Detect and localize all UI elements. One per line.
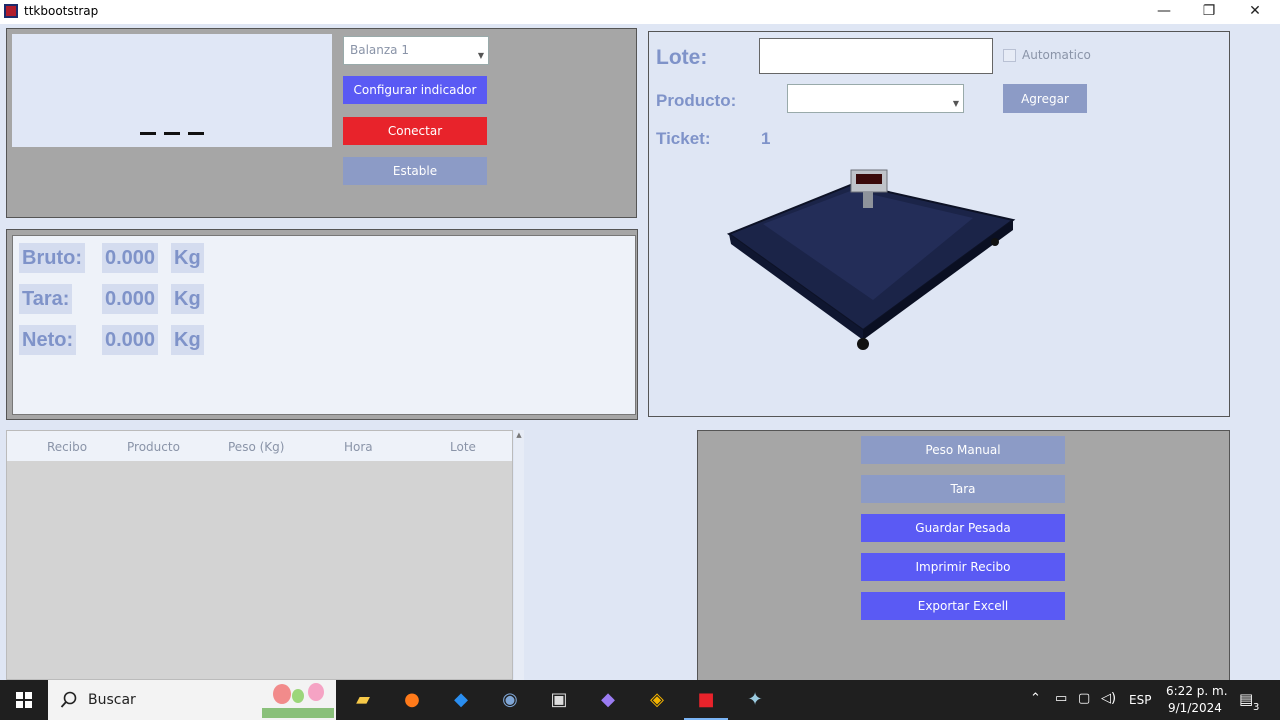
notifications-count: 3 [1253, 702, 1260, 713]
column-header-time[interactable]: Hora [344, 440, 373, 454]
column-header-weight[interactable]: Peso (Kg) [228, 440, 284, 454]
title-bar: ttkbootstrap — ❐ ✕ [0, 0, 1280, 24]
volume-icon[interactable]: ◁) [1101, 691, 1116, 720]
product-select[interactable]: ▼ [787, 84, 964, 113]
app-client: Balanza 1 ▼ Configurar indicador Conecta… [0, 24, 1280, 682]
scale-select-value: Balanza 1 [350, 43, 409, 57]
display-dash [164, 132, 180, 135]
stability-status: Estable [343, 157, 487, 185]
product-label: Producto: [656, 91, 737, 110]
scale-select[interactable]: Balanza 1 ▼ [343, 36, 489, 65]
table-scrollbar[interactable]: ▲ [514, 430, 524, 680]
gross-value: 0.000 [102, 243, 159, 273]
close-button[interactable]: ✕ [1232, 0, 1278, 24]
automatic-checkbox[interactable] [1003, 49, 1016, 62]
platform-scale-image [726, 169, 1016, 350]
scale-indicator-screen [856, 174, 882, 184]
taskbar: Buscar ▰ ● ◆ ◉ ▣ ◆ ◈ ■ ✦ ⌃ ▭ ▢ ◁) ESP 6:… [0, 680, 1280, 720]
gross-unit: Kg [171, 243, 204, 273]
column-header-product[interactable]: Producto [127, 440, 180, 454]
weighings-table[interactable]: Recibo Producto Peso (Kg) Hora Lote [6, 430, 513, 680]
chevron-up-icon[interactable]: ⌃ [1030, 691, 1041, 720]
automatic-label: Automatico [1022, 48, 1091, 62]
scale-foot [857, 338, 869, 350]
column-header-receipt[interactable]: Recibo [47, 440, 87, 454]
chevron-down-icon: ▼ [952, 99, 959, 108]
notifications-icon[interactable]: ▤ [1239, 690, 1253, 720]
lot-input[interactable] [759, 38, 993, 74]
taskbar-search[interactable]: Buscar [48, 680, 336, 720]
weights-panel: Bruto: 0.000 Kg Tara: 0.000 Kg Neto: 0.0… [6, 229, 638, 420]
display-dash [188, 132, 204, 135]
ticket-number: 1 [761, 129, 771, 148]
obsidian-icon[interactable]: ◆ [591, 686, 625, 716]
add-product-button[interactable]: Agregar [1003, 84, 1087, 113]
scale-foot [991, 238, 999, 246]
weight-display [12, 34, 332, 147]
maximize-button[interactable]: ❐ [1186, 0, 1232, 24]
meet-now-icon[interactable]: ▭ [1055, 691, 1067, 720]
tare-unit: Kg [171, 284, 204, 314]
clock-date[interactable]: 9/1/2024 [1168, 701, 1222, 720]
vscode-icon[interactable]: ◆ [444, 686, 478, 716]
postgresql-icon[interactable]: ◉ [493, 686, 527, 716]
net-value: 0.000 [102, 325, 159, 355]
minimize-button[interactable]: — [1141, 0, 1187, 24]
export-excel-button[interactable]: Exportar Excell [861, 592, 1065, 620]
windows-icon [16, 692, 32, 708]
scale-panel: Balanza 1 ▼ Configurar indicador Conecta… [6, 28, 637, 218]
ticket-label: Ticket: [656, 129, 711, 148]
terminal-icon[interactable]: ▣ [542, 686, 576, 716]
ttkbootstrap-app-icon[interactable]: ■ [689, 686, 723, 716]
save-weighing-button[interactable]: Guardar Pesada [861, 514, 1065, 542]
gross-label: Bruto: [19, 243, 85, 273]
configure-indicator-button[interactable]: Configurar indicador [343, 76, 487, 104]
language-indicator[interactable]: ESP [1129, 693, 1151, 720]
search-placeholder: Buscar [88, 692, 136, 708]
python-icon[interactable]: ✦ [738, 686, 772, 716]
git-client-icon[interactable]: ◈ [640, 686, 674, 716]
tare-value: 0.000 [102, 284, 159, 314]
scroll-up-icon[interactable]: ▲ [514, 430, 524, 440]
start-button[interactable] [0, 680, 48, 720]
search-icon [60, 691, 77, 708]
app-icon [4, 4, 18, 18]
firefox-icon[interactable]: ● [395, 686, 429, 716]
file-explorer-icon[interactable]: ▰ [346, 686, 380, 716]
tare-label: Tara: [19, 284, 73, 314]
network-icon[interactable]: ▢ [1078, 691, 1090, 720]
table-header: Recibo Producto Peso (Kg) Hora Lote [7, 431, 512, 461]
search-highlight-image [262, 683, 334, 718]
ticket-form-panel: Lote: Automatico Producto: ▼ Agregar Tic… [648, 31, 1230, 417]
scale-indicator-stand [863, 192, 873, 208]
net-label: Neto: [19, 325, 77, 355]
print-receipt-button[interactable]: Imprimir Recibo [861, 553, 1065, 581]
net-unit: Kg [171, 325, 204, 355]
lot-label: Lote: [656, 46, 708, 69]
display-dash [140, 132, 156, 135]
chevron-down-icon: ▼ [477, 51, 484, 60]
column-header-lot[interactable]: Lote [450, 440, 476, 454]
weights-area: Bruto: 0.000 Kg Tara: 0.000 Kg Neto: 0.0… [12, 235, 636, 415]
actions-panel: Peso Manual Tara Guardar Pesada Imprimir… [697, 430, 1230, 682]
manual-weight-button[interactable]: Peso Manual [861, 436, 1065, 464]
window-title: ttkbootstrap [24, 4, 99, 18]
tare-button[interactable]: Tara [861, 475, 1065, 503]
connect-button[interactable]: Conectar [343, 117, 487, 145]
